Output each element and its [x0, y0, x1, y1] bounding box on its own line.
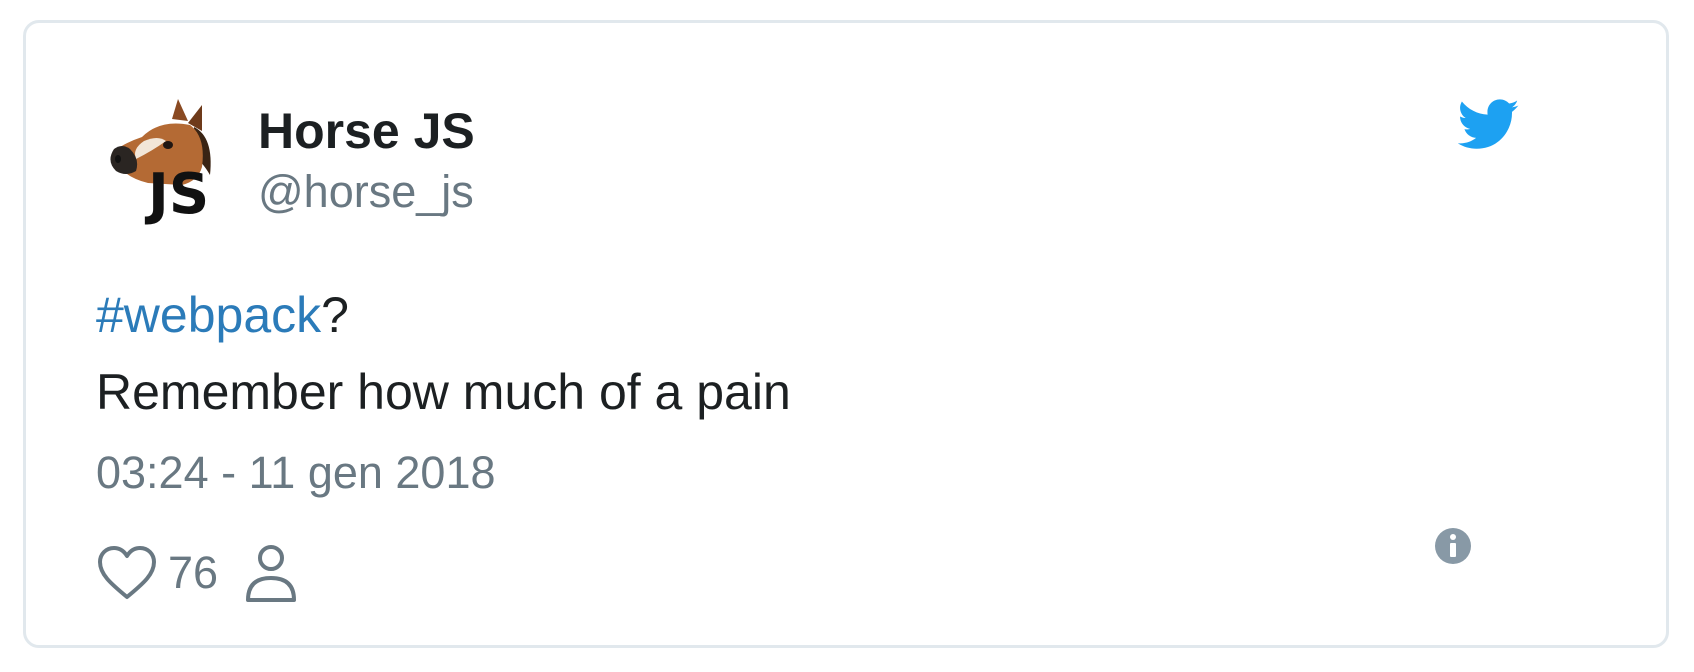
author-avatar[interactable]: JS: [102, 97, 230, 227]
author-handle[interactable]: @horse_js: [258, 163, 475, 221]
heart-icon: [98, 546, 156, 599]
person-icon[interactable]: [244, 542, 298, 604]
author-block: Horse JS @horse_js: [258, 101, 475, 221]
horse-js-avatar-icon: JS: [110, 99, 211, 227]
like-count: 76: [168, 547, 219, 598]
hashtag-link[interactable]: #webpack: [96, 287, 321, 343]
tweet-text-line-2: Remember how much of a pain: [96, 364, 791, 420]
info-icon[interactable]: [1434, 527, 1472, 565]
tweet-text-line-1: #webpack?: [96, 277, 791, 354]
tweet-timestamp[interactable]: 03:24 - 11 gen 2018: [96, 443, 496, 503]
twitter-bird-icon[interactable]: [1457, 99, 1520, 151]
svg-text:JS: JS: [144, 162, 209, 225]
hashtag-suffix: ?: [321, 287, 349, 343]
tweet-card: JS Horse JS @horse_js #webpack? Remember…: [23, 20, 1669, 648]
author-name[interactable]: Horse JS: [258, 101, 475, 161]
like-button[interactable]: 76: [96, 545, 218, 601]
tweet-actions: 76: [96, 543, 298, 603]
tweet-text: #webpack? Remember how much of a pain: [96, 277, 791, 431]
